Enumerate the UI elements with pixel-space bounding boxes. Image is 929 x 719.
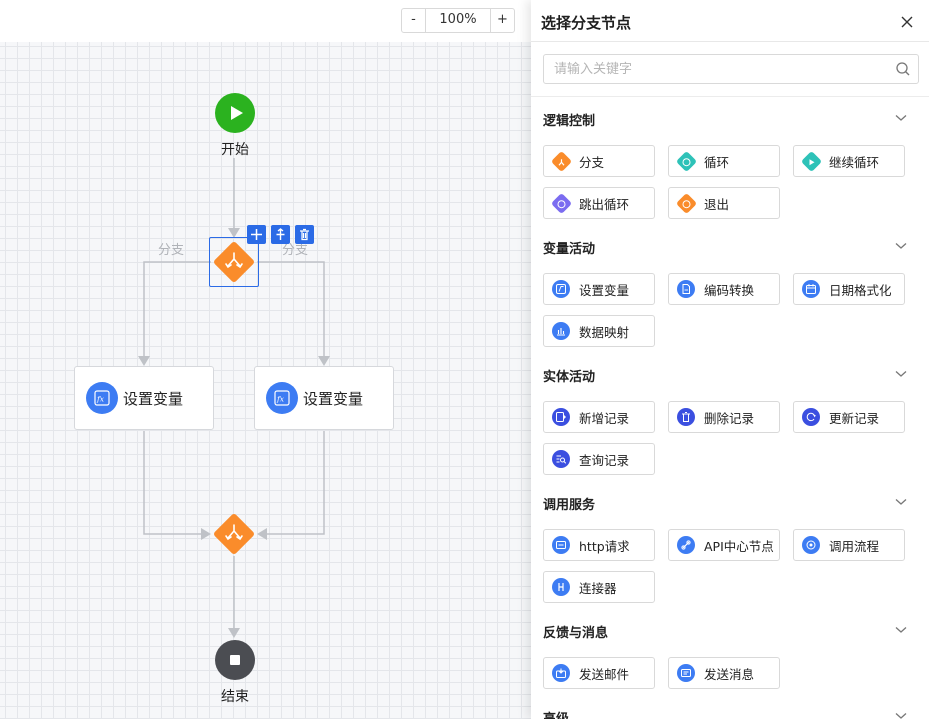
flow-canvas[interactable]: - 100% + 开始 分支 分支 fx 设置变量 fx 设置变量 结束 bbox=[0, 0, 531, 719]
node-item-branch[interactable]: 分支 bbox=[543, 145, 655, 177]
node-item-loop[interactable]: 循环 bbox=[668, 145, 780, 177]
close-icon[interactable] bbox=[900, 15, 914, 29]
node-item-set-variable[interactable]: 设置变量 bbox=[543, 273, 655, 305]
node-item-exit[interactable]: 退出 bbox=[668, 187, 780, 219]
node-item-date-format[interactable]: 日期格式化 bbox=[793, 273, 905, 305]
chevron-down-icon[interactable] bbox=[895, 498, 907, 506]
node-item-connector[interactable]: 连接器 bbox=[543, 571, 655, 603]
search-input[interactable] bbox=[544, 55, 874, 83]
end-label: 结束 bbox=[221, 689, 249, 705]
data-map-icon bbox=[552, 322, 570, 340]
message-icon bbox=[677, 664, 695, 682]
http-icon bbox=[552, 536, 570, 554]
set-variable-node-right[interactable]: fx 设置变量 bbox=[254, 366, 394, 430]
branch-icon bbox=[214, 514, 254, 554]
node-item-send-message[interactable]: 发送消息 bbox=[668, 657, 780, 689]
add-record-icon bbox=[552, 408, 570, 426]
node-item-delete-record[interactable]: 删除记录 bbox=[668, 401, 780, 433]
search-icon[interactable] bbox=[895, 61, 911, 77]
panel-header: 选择分支节点 bbox=[531, 0, 929, 42]
category-call-service[interactable]: 调用服务 bbox=[543, 494, 595, 513]
category-feedback-message[interactable]: 反馈与消息 bbox=[543, 622, 608, 641]
branch-icon bbox=[214, 242, 254, 282]
continue-loop-icon bbox=[800, 150, 822, 172]
loop-icon bbox=[675, 150, 697, 172]
mail-icon bbox=[552, 664, 570, 682]
connector-icon bbox=[552, 578, 570, 596]
delete-record-icon bbox=[677, 408, 695, 426]
node-item-break-loop[interactable]: 跳出循环 bbox=[543, 187, 655, 219]
node-item-encoding[interactable]: 编码转换 bbox=[668, 273, 780, 305]
stop-icon bbox=[230, 655, 240, 665]
node-item-query-record[interactable]: 查询记录 bbox=[543, 443, 655, 475]
node-item-continue-loop[interactable]: 继续循环 bbox=[793, 145, 905, 177]
play-icon bbox=[231, 106, 243, 120]
break-loop-icon bbox=[550, 192, 572, 214]
svg-text:fx: fx bbox=[96, 395, 105, 404]
start-node[interactable] bbox=[215, 93, 255, 133]
split-branch-button[interactable] bbox=[271, 225, 290, 244]
query-record-icon bbox=[552, 450, 570, 468]
node-label: 设置变量 bbox=[303, 389, 364, 408]
category-advanced[interactable]: 高级 bbox=[543, 708, 569, 719]
delete-node-button[interactable] bbox=[295, 225, 314, 244]
node-item-update-record[interactable]: 更新记录 bbox=[793, 401, 905, 433]
panel-title: 选择分支节点 bbox=[541, 14, 632, 32]
exit-icon bbox=[675, 192, 697, 214]
calendar-icon bbox=[802, 280, 820, 298]
svg-text:fx: fx bbox=[276, 395, 285, 404]
end-node[interactable] bbox=[215, 640, 255, 680]
node-toolbar bbox=[247, 225, 314, 244]
node-label: 设置变量 bbox=[123, 389, 184, 408]
category-variable-activity[interactable]: 变量活动 bbox=[543, 238, 595, 257]
node-item-call-flow[interactable]: 调用流程 bbox=[793, 529, 905, 561]
api-icon bbox=[677, 536, 695, 554]
node-picker-panel: 选择分支节点 逻辑控制 分支 循环 继续循环 跳出循环 退出 变量活动 设置变量… bbox=[531, 0, 929, 719]
add-branch-button[interactable] bbox=[247, 225, 266, 244]
set-variable-node-left[interactable]: fx 设置变量 bbox=[74, 366, 214, 430]
branch-label-left: 分支 bbox=[158, 243, 185, 258]
flow-diagram: 开始 分支 分支 fx 设置变量 fx 设置变量 结束 bbox=[0, 0, 531, 719]
chevron-down-icon[interactable] bbox=[895, 370, 907, 378]
branch-icon bbox=[550, 150, 572, 172]
encoding-icon bbox=[677, 280, 695, 298]
function-icon: fx bbox=[266, 382, 298, 414]
node-item-add-record[interactable]: 新增记录 bbox=[543, 401, 655, 433]
chevron-down-icon[interactable] bbox=[895, 114, 907, 122]
node-item-data-map[interactable]: 数据映射 bbox=[543, 315, 655, 347]
branch-node[interactable] bbox=[211, 239, 257, 285]
node-item-api-center[interactable]: API中心节点 bbox=[668, 529, 780, 561]
update-record-icon bbox=[802, 408, 820, 426]
category-logic-control[interactable]: 逻辑控制 bbox=[543, 110, 595, 129]
search-box bbox=[543, 54, 919, 84]
chevron-down-icon[interactable] bbox=[895, 242, 907, 250]
chevron-down-icon[interactable] bbox=[895, 626, 907, 634]
category-entity-activity[interactable]: 实体活动 bbox=[543, 366, 595, 385]
set-variable-icon bbox=[552, 280, 570, 298]
chevron-down-icon[interactable] bbox=[895, 712, 907, 719]
divider bbox=[531, 96, 929, 97]
call-flow-icon bbox=[802, 536, 820, 554]
node-item-http-request[interactable]: http请求 bbox=[543, 529, 655, 561]
node-item-send-mail[interactable]: 发送邮件 bbox=[543, 657, 655, 689]
function-icon: fx bbox=[86, 382, 118, 414]
flow-connectors bbox=[138, 158, 330, 638]
merge-node[interactable] bbox=[211, 511, 257, 557]
start-label: 开始 bbox=[221, 142, 249, 158]
